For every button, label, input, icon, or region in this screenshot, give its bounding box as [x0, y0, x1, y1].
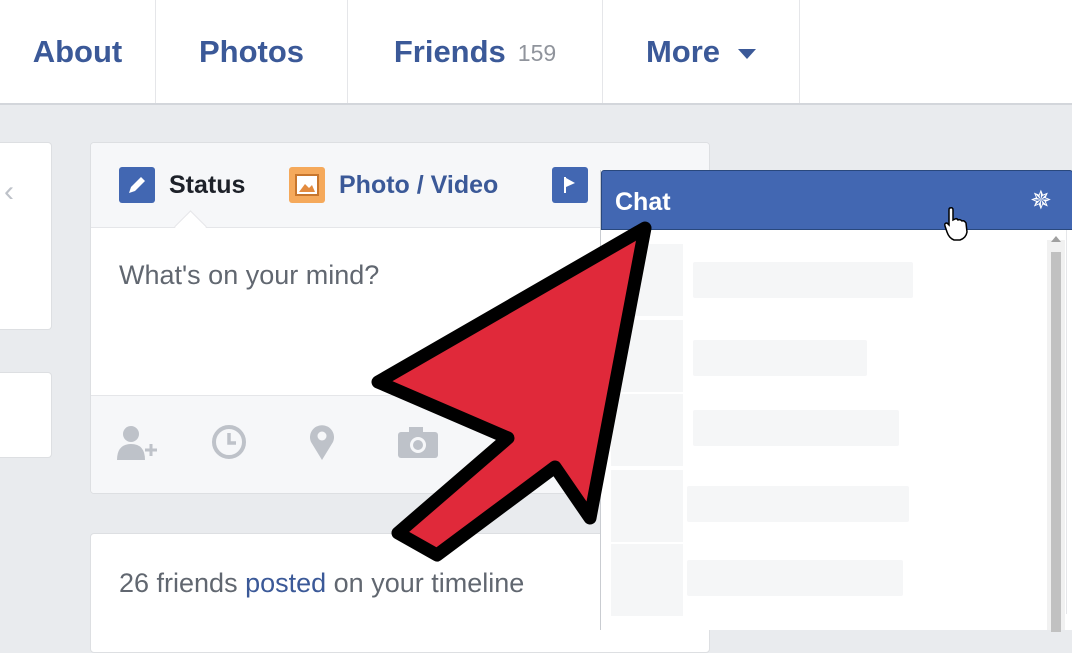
scroll-up-arrow-icon[interactable]	[1051, 236, 1061, 242]
gear-icon[interactable]: ✵	[1030, 185, 1052, 216]
active-tab-notch	[174, 210, 207, 243]
tab-about-label: About	[32, 33, 123, 69]
contact-avatar-placeholder	[611, 394, 683, 466]
contact-name-placeholder	[693, 410, 899, 446]
tab-photos[interactable]: Photos	[156, 0, 348, 103]
hand-cursor-icon	[944, 207, 968, 241]
status-label: Status	[169, 170, 246, 199]
profile-nav: About Photos Friends 159 More	[0, 0, 1072, 105]
tab-more[interactable]: More	[603, 0, 800, 103]
contact-avatar-placeholder	[611, 470, 683, 542]
posts-suffix: on your timeline	[326, 568, 525, 598]
chat-panel: Chat ✵	[600, 170, 1072, 632]
camera-icon[interactable]	[395, 422, 441, 467]
tab-photo-video[interactable]: Photo / Video	[289, 167, 498, 203]
tab-status[interactable]: Status	[119, 167, 245, 203]
contact-name-placeholder	[693, 340, 867, 376]
contact-name-placeholder	[693, 262, 913, 298]
contact-avatar-placeholder	[611, 320, 683, 392]
contact-name-placeholder	[687, 486, 909, 522]
friends-count: 159	[517, 40, 557, 66]
tab-about[interactable]: About	[0, 0, 156, 103]
chat-contact-list	[601, 230, 1072, 630]
posted-link[interactable]: posted	[245, 568, 326, 598]
left-card-intro: ‹	[0, 142, 52, 330]
tab-photos-label: Photos	[198, 33, 305, 69]
chat-title: Chat	[615, 188, 671, 216]
chevron-down-icon	[738, 48, 757, 59]
contact-name-placeholder	[687, 560, 903, 596]
left-card-photos	[0, 372, 52, 458]
tab-friends-label: Friends	[393, 33, 506, 69]
photo-video-label: Photo / Video	[339, 170, 499, 199]
tab-friends[interactable]: Friends 159	[348, 0, 603, 103]
clock-icon[interactable]	[209, 422, 249, 467]
right-edge-panel	[1066, 230, 1072, 614]
friend-posts-summary: 26 friends posted on your timeline	[119, 568, 524, 599]
photo-icon	[289, 167, 325, 203]
posts-prefix: 26 friends	[119, 568, 246, 598]
location-pin-icon[interactable]	[304, 422, 340, 467]
tag-friends-icon[interactable]	[115, 422, 161, 467]
contact-avatar-placeholder	[611, 544, 683, 616]
chat-header[interactable]: Chat ✵	[601, 170, 1072, 230]
chat-scrollbar-thumb[interactable]	[1051, 252, 1061, 632]
contact-avatar-placeholder	[611, 244, 683, 316]
tab-life-event[interactable]	[552, 167, 602, 203]
status-input[interactable]: What's on your mind?	[119, 260, 379, 291]
flag-icon	[552, 167, 588, 203]
pencil-icon	[119, 167, 155, 203]
chevron-left-icon[interactable]: ‹	[4, 175, 14, 209]
tab-more-label: More	[645, 33, 721, 69]
